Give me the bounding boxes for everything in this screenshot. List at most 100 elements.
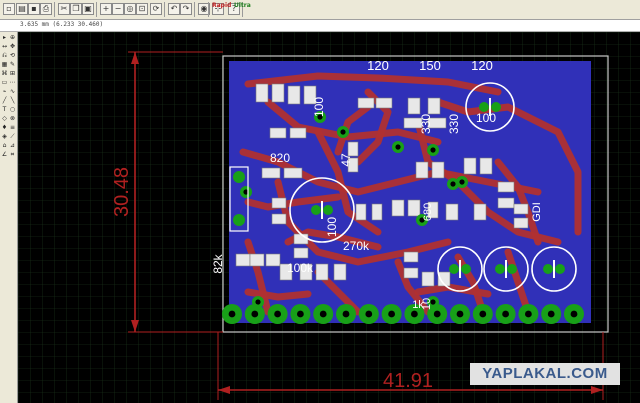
ceramic-cap-pad <box>233 214 245 226</box>
tool-button[interactable]: ⌂ <box>1 142 8 149</box>
capacitor-pad <box>449 264 459 274</box>
tool-button[interactable]: ∠ <box>1 151 8 158</box>
copy-icon[interactable]: ❐ <box>70 3 82 15</box>
component-label: GDI <box>531 202 543 222</box>
tool-button[interactable]: ⋯ <box>9 79 16 86</box>
capacitor-marking <box>505 260 507 278</box>
dimension-label-horizontal: 41.91 <box>383 370 433 392</box>
header-pin-hole <box>251 310 259 318</box>
tool-button[interactable]: ⊗ <box>9 115 16 122</box>
toolbar-separator <box>54 2 55 17</box>
tool-button[interactable]: ✥ <box>9 43 16 50</box>
tool-button[interactable]: ⎌ <box>1 52 8 59</box>
tool-button[interactable]: ⌗ <box>9 151 16 158</box>
tool-button[interactable]: ╲ <box>9 97 16 104</box>
pcb-canvas[interactable]: 30.48 41.91 120 150 120 100 330 330 100 820 47 100… <box>18 32 640 403</box>
tool-button[interactable]: ⊕ <box>9 34 16 41</box>
header-pin-hole <box>479 310 487 318</box>
smd-pad <box>235 253 251 267</box>
component-label: 82k <box>211 253 225 273</box>
zoom-fit-icon[interactable]: ◎ <box>124 3 136 15</box>
tool-button[interactable]: ⌁ <box>1 88 8 95</box>
undo-icon[interactable]: ↶ <box>168 3 180 15</box>
header-pin-hole <box>547 310 555 318</box>
tool-button[interactable]: ⟲ <box>9 52 16 59</box>
tool-button[interactable]: ◇ <box>1 115 8 122</box>
smd-pad <box>375 97 393 109</box>
smd-pad <box>371 203 383 221</box>
tool-button[interactable]: ◈ <box>1 133 8 140</box>
tool-button[interactable]: ▸ <box>1 34 8 41</box>
tool-button[interactable]: ▦ <box>1 61 8 68</box>
tool-button[interactable]: ✎ <box>9 61 16 68</box>
smd-pad <box>261 167 281 179</box>
via-hole <box>340 129 346 135</box>
tool-button[interactable]: ↔ <box>1 43 8 50</box>
capacitor-pad <box>543 264 553 274</box>
component-label: 100 <box>476 111 496 125</box>
tool-button[interactable]: ∿ <box>9 88 16 95</box>
toolbar-separator <box>164 2 165 17</box>
component-label: 100k <box>287 261 314 275</box>
header-pin-hole <box>274 310 281 318</box>
smd-pad <box>415 161 429 179</box>
tool-button[interactable]: ╱ <box>1 97 8 104</box>
via-hole <box>430 147 436 153</box>
left-toolbox: ▸ ⊕ ↔ ✥ ⎌ ⟲ ▦ ✎ ⌘ ⊞ ▭ ⋯ ⌁ ∿ ╱ ╲ T ○ ◇ ⊗ ♦ ≡ ◈ ⟋ ⌂ ⊿ ∠ ⌗ <box>0 32 18 403</box>
smd-pad <box>391 199 405 217</box>
smd-pad <box>479 157 493 175</box>
tool-button[interactable]: ○ <box>9 106 16 113</box>
capacitor-marking <box>459 260 461 278</box>
toolbar-separator <box>194 2 195 17</box>
redo-icon[interactable]: ↷ <box>180 3 192 15</box>
print-icon[interactable]: ⎙ <box>40 3 52 15</box>
open-folder-icon[interactable]: ▤ <box>16 3 28 15</box>
ultra-badge[interactable]: Ultra <box>233 2 252 17</box>
smd-pad <box>357 97 375 109</box>
new-file-icon[interactable]: ▫ <box>3 3 15 15</box>
header-pin-hole <box>456 310 464 318</box>
zoom-window-icon[interactable]: ⊡ <box>136 3 148 15</box>
via-hole <box>450 181 456 187</box>
zoom-in-icon[interactable]: + <box>100 3 112 15</box>
tool-button[interactable]: ▭ <box>1 79 8 86</box>
smd-pad <box>293 247 309 259</box>
coordinate-bar: 3.635 mm (6.233 30.460) <box>0 20 640 32</box>
header-pin-hole <box>319 310 327 318</box>
smd-pad <box>249 253 265 267</box>
redraw-icon[interactable]: ⟳ <box>150 3 162 15</box>
smd-pad <box>315 263 329 281</box>
smd-pad <box>463 157 477 175</box>
header-pin-hole <box>411 310 418 318</box>
tool-button[interactable]: T <box>1 106 8 113</box>
component-label: 270k <box>343 239 370 253</box>
component-label: 120 <box>471 58 493 73</box>
capacitor-pad <box>323 205 333 215</box>
tool-button[interactable]: ♦ <box>1 124 8 131</box>
cut-icon[interactable]: ✂ <box>58 3 70 15</box>
tool-button[interactable]: ⌘ <box>1 70 8 77</box>
smd-pad <box>293 233 309 245</box>
dimension-label-vertical: 30.48 <box>111 167 133 217</box>
smd-pad <box>269 127 287 139</box>
smd-pad <box>427 97 441 115</box>
save-icon[interactable]: ▪ <box>28 3 40 15</box>
rapid-badge[interactable]: Rapid <box>211 2 232 17</box>
paste-icon[interactable]: ▣ <box>82 3 94 15</box>
tool-button[interactable]: ⟋ <box>9 133 16 140</box>
zoom-out-icon[interactable]: − <box>112 3 124 15</box>
header-pin-hole <box>570 310 578 318</box>
tool-button[interactable]: ⊞ <box>9 70 16 77</box>
smd-pad <box>513 203 529 215</box>
smd-pad <box>513 217 529 229</box>
component-label: 330 <box>419 114 433 134</box>
smd-pad <box>497 181 515 193</box>
component-label: 47 <box>339 153 353 167</box>
tool-button[interactable]: ≡ <box>9 124 16 131</box>
smd-pad <box>407 199 421 217</box>
tool-button[interactable]: ⊿ <box>9 142 16 149</box>
smd-pad <box>271 213 287 225</box>
pcb-layout-svg[interactable]: 30.48 41.91 120 150 120 100 330 330 100 820 47 100… <box>18 32 640 403</box>
header-pin-hole <box>525 310 532 318</box>
component-label: 820 <box>270 151 290 165</box>
